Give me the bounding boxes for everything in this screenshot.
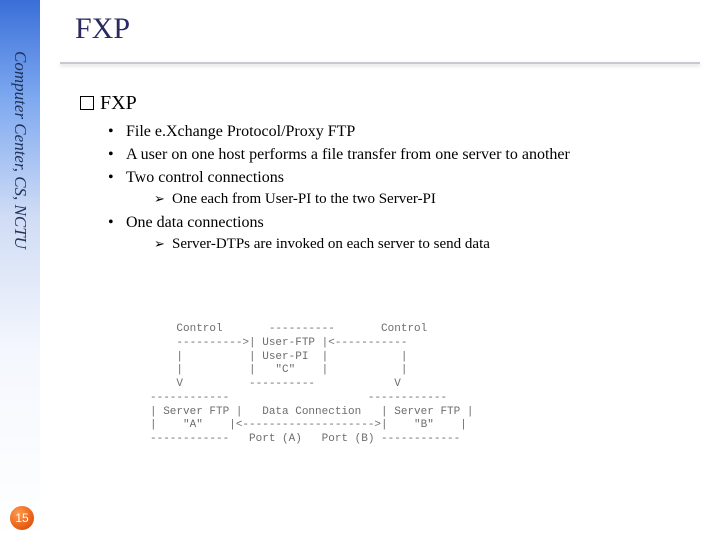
sub-list-item-text: One each from User-PI to the two Server-… (172, 191, 436, 207)
ascii-diagram: Control ---------- Control ---------->| … (150, 323, 473, 447)
list-item-text: A user on one host performs a file trans… (126, 146, 570, 163)
section-heading-text: FXP (100, 92, 137, 114)
section-heading: FXP (80, 92, 704, 115)
sidebar-label: Computer Center, CS, NCTU (10, 51, 30, 249)
list-item-text: One data connections (126, 214, 264, 231)
title-underline (60, 62, 700, 64)
list-item: A user on one host performs a file trans… (108, 144, 704, 165)
sidebar-gradient: Computer Center, CS, NCTU (0, 0, 40, 540)
sub-list: One each from User-PI to the two Server-… (154, 190, 704, 210)
list-item-text: File e.Xchange Protocol/Proxy FTP (126, 123, 355, 140)
bullet-list: File e.Xchange Protocol/Proxy FTP A user… (108, 121, 704, 255)
page-title: FXP (75, 12, 130, 46)
sub-list: Server-DTPs are invoked on each server t… (154, 235, 704, 255)
sub-list-item: One each from User-PI to the two Server-… (154, 190, 704, 210)
list-item-text: Two control connections (126, 169, 284, 186)
checkbox-icon (80, 96, 94, 110)
page-number-badge: 15 (10, 506, 34, 530)
list-item: File e.Xchange Protocol/Proxy FTP (108, 121, 704, 142)
list-item: One data connections Server-DTPs are inv… (108, 212, 704, 255)
sub-list-item: Server-DTPs are invoked on each server t… (154, 235, 704, 255)
list-item: Two control connections One each from Us… (108, 167, 704, 210)
content-area: FXP File e.Xchange Protocol/Proxy FTP A … (80, 92, 704, 257)
sub-list-item-text: Server-DTPs are invoked on each server t… (172, 236, 490, 252)
